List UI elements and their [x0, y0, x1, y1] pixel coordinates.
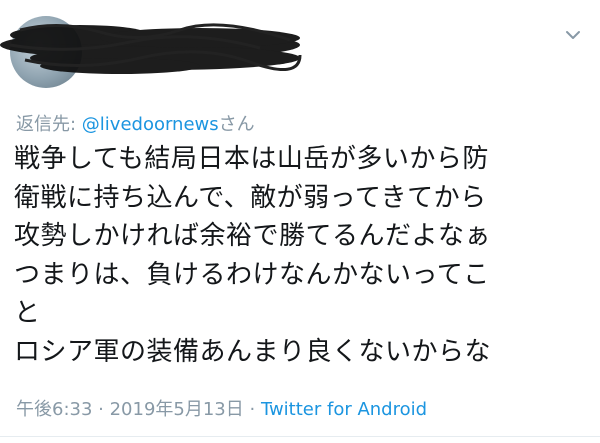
- tweet-line: 衛戦に持ち込んで、敵が弱ってきてから: [14, 182, 487, 213]
- reply-to: 返信先: @livedoornewsさん: [16, 110, 255, 136]
- tweet-meta: 午後6:33 · 2019年5月13日 · Twitter for Androi…: [16, 395, 427, 421]
- divider: [0, 436, 600, 437]
- tweet-header: [0, 0, 600, 100]
- meta-separator: ·: [243, 399, 261, 420]
- tweet-card: 返信先: @livedoornewsさん 戦争しても結局日本は山岳が多いから防 …: [0, 0, 600, 443]
- reply-suffix: さん: [218, 114, 255, 135]
- tweet-time[interactable]: 午後6:33: [16, 399, 92, 420]
- meta-separator: ·: [92, 399, 110, 420]
- tweet-line: ロシア軍の装備あんまり良くないからな: [14, 336, 492, 367]
- tweet-line: と: [14, 298, 41, 328]
- tweet-line: 戦争しても結局日本は山岳が多いから防: [14, 144, 489, 174]
- chevron-down-icon[interactable]: [564, 26, 582, 44]
- reply-prefix: 返信先:: [16, 114, 82, 135]
- redaction-scribble: [0, 23, 302, 74]
- reply-handle-link[interactable]: @livedoornews: [82, 114, 219, 135]
- tweet-line: 攻勢しかければ余裕で勝てるんだよなぁ: [14, 221, 492, 251]
- tweet-line: つまりは、負けるわけなんかないってこ: [14, 259, 490, 290]
- tweet-source-link[interactable]: Twitter for Android: [261, 399, 427, 420]
- tweet-text: 戦争しても結局日本は山岳が多いから防 衛戦に持ち込んで、敵が弱ってきてから 攻勢…: [14, 140, 589, 371]
- tweet-date[interactable]: 2019年5月13日: [110, 399, 244, 420]
